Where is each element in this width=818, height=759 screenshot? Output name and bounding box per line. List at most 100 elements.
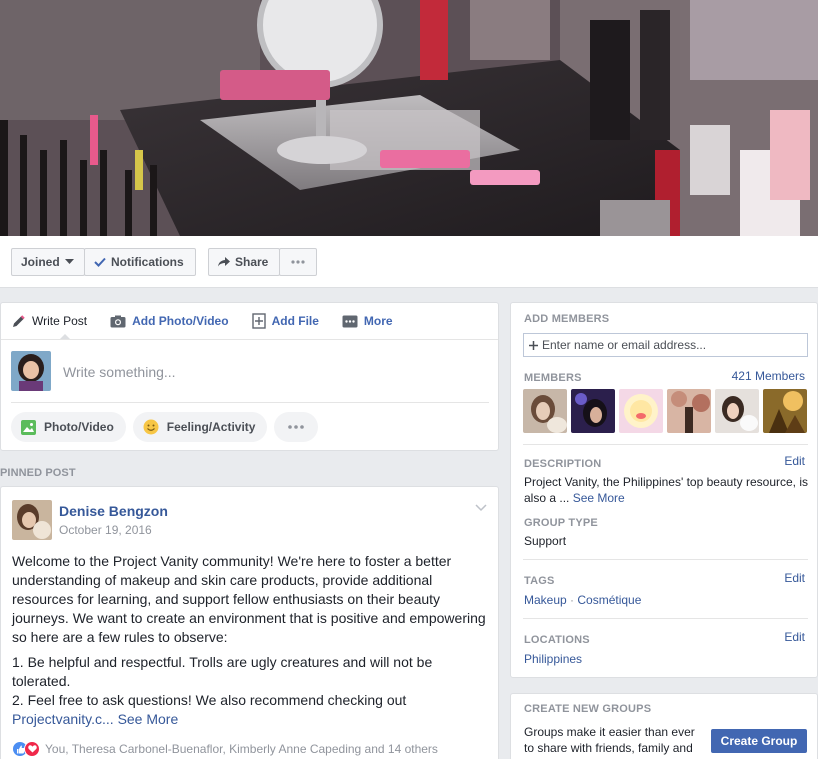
member-thumbnail[interactable] xyxy=(715,389,759,433)
member-thumbnail[interactable] xyxy=(523,389,567,433)
composer-pills: Photo/Video Feeling/Activity xyxy=(11,412,319,442)
chevron-down-icon xyxy=(475,504,487,512)
joined-label: Joined xyxy=(21,255,60,269)
create-group-button[interactable]: Create Group xyxy=(711,729,807,753)
tab-write-post[interactable]: Write Post xyxy=(11,314,87,329)
share-arrow-icon xyxy=(218,257,230,267)
user-avatar[interactable] xyxy=(11,351,51,391)
locations-title: LOCATIONS xyxy=(524,634,590,646)
tab-add-photo-video[interactable]: Add Photo/Video xyxy=(110,314,229,328)
tags-title: TAGS xyxy=(524,575,555,587)
section-divider xyxy=(523,559,808,560)
member-thumbnail[interactable] xyxy=(763,389,807,433)
location-philippines-link[interactable]: Philippines xyxy=(524,652,582,666)
locations-edit-link[interactable]: Edit xyxy=(784,630,805,644)
add-members-input[interactable]: Enter name or email address... xyxy=(523,333,808,357)
member-photo xyxy=(523,389,567,433)
create-groups-text: Groups make it easier than ever to share… xyxy=(524,725,695,755)
more-pill[interactable] xyxy=(274,412,319,442)
ellipsis-icon xyxy=(288,425,305,429)
smiley-icon xyxy=(143,419,159,435)
post-composer: Write Post Add Photo/Video Add File More… xyxy=(0,302,499,451)
plus-icon xyxy=(529,340,538,350)
joined-button[interactable]: Joined xyxy=(11,248,85,276)
author-avatar-image xyxy=(12,500,52,540)
create-groups-title: CREATE NEW GROUPS xyxy=(524,703,652,715)
tag-makeup-link[interactable]: Makeup xyxy=(524,593,567,607)
members-count-link[interactable]: 421 Members xyxy=(732,369,805,383)
member-photo xyxy=(763,389,807,433)
tag-cosmetique-link[interactable]: Cosmétique xyxy=(577,593,641,607)
description-text-block: Project Vanity, the Philippines' top bea… xyxy=(524,474,809,506)
composer-tabs: Write Post Add Photo/Video Add File More xyxy=(1,303,498,339)
composer-input-area[interactable]: Write something... xyxy=(11,351,489,403)
composer-placeholder: Write something... xyxy=(63,364,176,380)
share-button[interactable]: Share xyxy=(208,248,280,276)
tab-write-post-label: Write Post xyxy=(32,314,88,328)
photo-video-pill[interactable]: Photo/Video xyxy=(11,412,126,442)
member-thumbnails xyxy=(523,389,807,433)
members-title: MEMBERS xyxy=(524,372,582,384)
pencil-icon xyxy=(13,314,25,327)
tab-add-file[interactable]: Add File xyxy=(251,313,319,329)
tab-more[interactable]: More xyxy=(342,314,393,328)
checkmark-icon xyxy=(94,257,106,267)
tags-list: Makeup · Cosmétique xyxy=(524,592,809,608)
member-photo xyxy=(715,389,759,433)
caret-down-icon xyxy=(64,259,74,264)
create-groups-card: CREATE NEW GROUPS Groups make it easier … xyxy=(510,693,818,759)
post-author-name[interactable]: Denise Bengzon xyxy=(59,503,168,519)
location-item: Philippines xyxy=(524,651,809,667)
tags-edit-link[interactable]: Edit xyxy=(784,571,805,585)
more-options-button[interactable] xyxy=(279,248,317,276)
member-photo xyxy=(571,389,615,433)
photo-video-pill-label: Photo/Video xyxy=(44,420,114,434)
post-body: Welcome to the Project Vanity community!… xyxy=(12,552,492,729)
tab-add-photo-video-label: Add Photo/Video xyxy=(132,314,229,328)
group-about-card: ADD MEMBERS Enter name or email address.… xyxy=(510,302,818,678)
member-photo xyxy=(667,389,711,433)
member-thumbnail[interactable] xyxy=(619,389,663,433)
cover-photo-illustration xyxy=(0,0,818,236)
member-thumbnail[interactable] xyxy=(667,389,711,433)
add-members-placeholder: Enter name or email address... xyxy=(542,338,707,352)
post-rule-2: 2. Feel free to ask questions! We also r… xyxy=(12,692,407,708)
ellipsis-icon xyxy=(291,260,305,264)
feeling-activity-pill-label: Feeling/Activity xyxy=(166,420,256,434)
post-options-button[interactable] xyxy=(475,501,487,515)
cover-photo[interactable] xyxy=(0,0,818,236)
group-type-value: Support xyxy=(524,534,567,548)
post-reactions[interactable]: You, Theresa Carbonel-Buenaflor, Kimberl… xyxy=(12,741,438,757)
more-icon xyxy=(342,315,358,327)
feeling-activity-pill[interactable]: Feeling/Activity xyxy=(132,412,268,442)
reactions-text: You, Theresa Carbonel-Buenaflor, Kimberl… xyxy=(45,742,438,756)
section-divider xyxy=(523,618,808,619)
group-type-title: GROUP TYPE xyxy=(524,517,598,529)
pinned-post: Denise Bengzon October 19, 2016 Welcome … xyxy=(0,486,499,759)
post-website-link[interactable]: Projectvanity.c... xyxy=(12,711,114,727)
description-text: Project Vanity, the Philippines' top bea… xyxy=(524,475,808,505)
tag-separator: · xyxy=(566,593,578,607)
file-plus-icon xyxy=(251,313,266,329)
composer-divider xyxy=(1,339,498,340)
notifications-label: Notifications xyxy=(111,255,184,269)
description-edit-link[interactable]: Edit xyxy=(784,454,805,468)
description-title: DESCRIPTION xyxy=(524,458,602,470)
group-action-bar: Joined Notifications Share xyxy=(0,236,818,288)
post-paragraph: Welcome to the Project Vanity community!… xyxy=(12,553,486,645)
tab-more-label: More xyxy=(363,314,393,328)
section-divider xyxy=(523,444,808,445)
photo-icon xyxy=(21,419,36,435)
post-date[interactable]: October 19, 2016 xyxy=(59,523,152,537)
post-see-more-link[interactable]: See More xyxy=(118,711,179,727)
author-avatar[interactable] xyxy=(12,500,52,540)
camera-icon xyxy=(110,315,126,327)
user-avatar-image xyxy=(11,351,51,391)
add-members-title: ADD MEMBERS xyxy=(524,313,610,325)
pinned-post-label: PINNED POST xyxy=(0,467,76,479)
notifications-button[interactable]: Notifications xyxy=(84,248,196,276)
love-reaction-icon xyxy=(24,741,40,757)
member-thumbnail[interactable] xyxy=(571,389,615,433)
member-photo xyxy=(619,389,663,433)
description-see-more-link[interactable]: See More xyxy=(573,491,625,505)
